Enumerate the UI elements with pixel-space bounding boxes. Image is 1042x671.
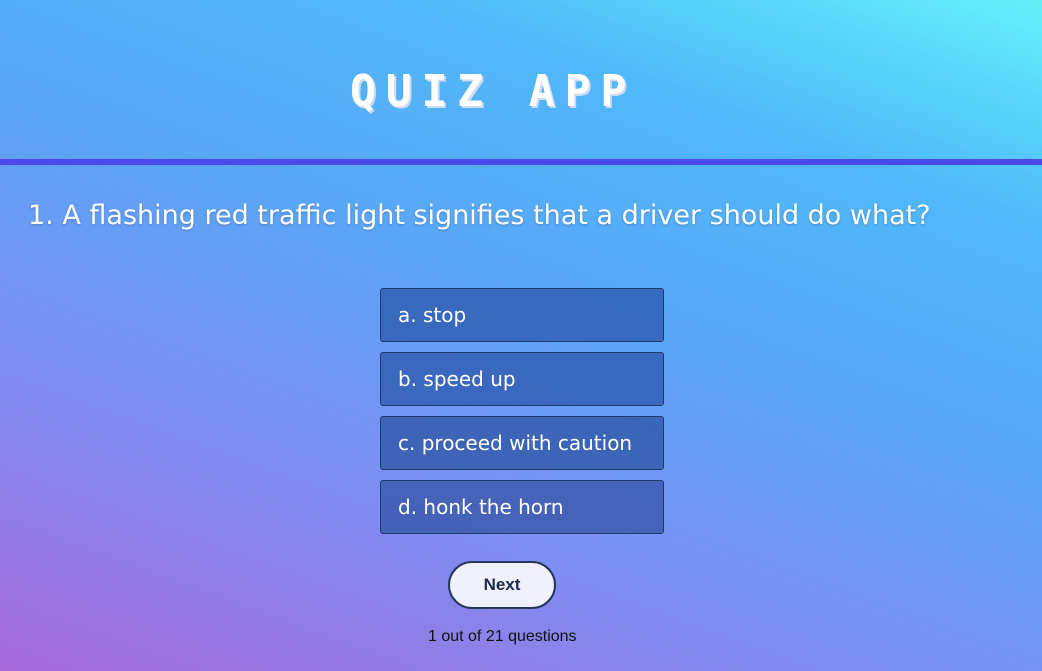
answer-option-a[interactable]: a. stop — [380, 288, 664, 342]
answer-option-c[interactable]: c. proceed with caution — [380, 416, 664, 470]
question-text: 1. A flashing red traffic light signifie… — [28, 200, 931, 231]
app-header: QUIZ APP — [0, 0, 1042, 160]
answer-options: a. stop b. speed up c. proceed with caut… — [380, 288, 664, 544]
question-progress: 1 out of 21 questions — [428, 628, 577, 645]
app-title: QUIZ APP — [350, 66, 637, 117]
next-button[interactable]: Next — [448, 561, 556, 609]
answer-option-b[interactable]: b. speed up — [380, 352, 664, 406]
answer-option-d[interactable]: d. honk the horn — [380, 480, 664, 534]
header-divider — [0, 159, 1042, 165]
